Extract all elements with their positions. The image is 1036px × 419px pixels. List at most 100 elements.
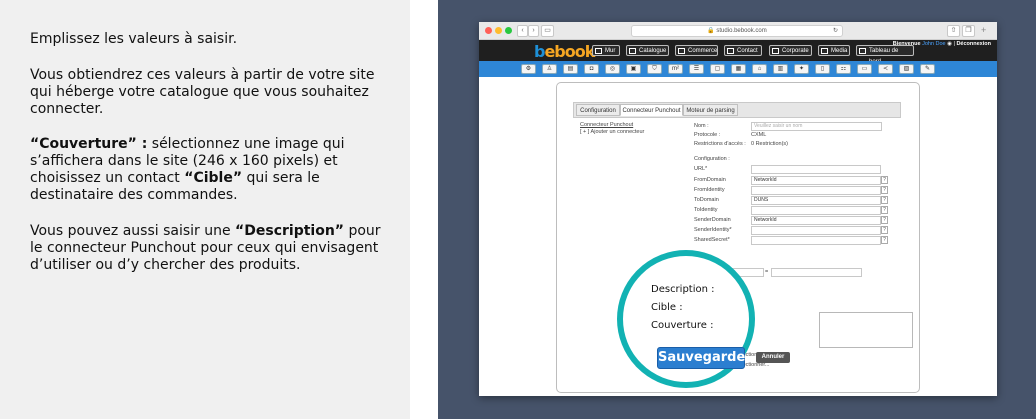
tool-icon-bar: ⚙ ♙ ▤ ◘ ◎ ▣ ⛉ m² ☰ ▢ ▦ ⌂ ▥ ✦ ▯ ⚏ ▭ ≺ ▨ ✎ [479,61,997,77]
money-icon[interactable]: ▣ [626,64,641,74]
instruction-source: Vous obtiendrez ces valeurs à partir de … [30,67,375,117]
description-text-1: Vous pouvez aussi saisir une [30,223,236,239]
close-window-icon[interactable] [485,27,492,34]
cancel-button[interactable]: Annuler [756,352,790,363]
protocole-value: CXML [751,132,767,138]
list-icon[interactable]: ☰ [689,64,704,74]
instruction-cover-target: “Couverture” : sélectionnez une image qu… [30,136,390,204]
nav-corporate[interactable]: Corporate [769,45,812,56]
url-input[interactable] [751,165,881,174]
share-nodes-icon[interactable]: ≺ [878,64,893,74]
senderdomain-input[interactable]: NetworkId [751,216,881,225]
welcome-text: Bienvenue [892,41,921,47]
target-term: “Cible” [184,170,243,186]
nav-mur[interactable]: Mur [592,45,620,56]
browser-titlebar: ‹ › ▭ 🔒 studio.bebook.com ↻ ⇧ ❐ + [479,22,997,40]
contact-icon [727,48,734,54]
toidentity-label: ToIdentity [694,207,718,213]
forward-icon[interactable]: › [528,25,539,37]
new-tab-icon[interactable]: + [981,25,986,35]
file-icon[interactable]: ▯ [815,64,830,74]
lock-icon: 🔒 [707,28,715,34]
tab-punchout-connector[interactable]: Connecteur Punchout [620,104,683,116]
url-bar[interactable]: 🔒 studio.bebook.com ↻ [631,25,843,37]
bebook-logo: bebook [534,42,595,61]
save-button[interactable]: Sauvegarde [657,347,745,369]
image-icon[interactable]: ▨ [899,64,914,74]
cover-term: “Couverture” : [30,136,148,152]
target-icon[interactable]: ◎ [605,64,620,74]
nav-catalogue[interactable]: Catalogue [626,45,669,56]
callout-couverture-label: Couverture : [651,320,714,331]
settings-icon[interactable]: ⚙ [521,64,536,74]
help-icon[interactable]: ? [881,216,888,224]
instruction-panel: Emplissez les valeurs à saisir. Vous obt… [0,0,410,419]
lightbulb-icon[interactable]: ✦ [794,64,809,74]
media-icon [821,48,828,54]
edit-icon[interactable]: ✎ [920,64,935,74]
user-tool-icon[interactable]: ♙ [542,64,557,74]
sharedsecret-label: SharedSecret* [694,237,730,243]
mapping-value-input[interactable] [771,268,862,277]
toidentity-input[interactable] [751,206,881,215]
reload-icon[interactable]: ↻ [833,26,838,36]
callout-description-label: Description : [651,284,715,295]
help-icon[interactable]: ? [881,236,888,244]
tab-parsing-engine[interactable]: Moteur de parsing [683,104,738,116]
document-icon[interactable]: ▢ [710,64,725,74]
grid-icon[interactable]: ▥ [773,64,788,74]
equals-sign: = [765,269,769,275]
description-term: “Description” [235,223,344,239]
tab-configuration[interactable]: Configuration [576,104,620,116]
sidebar-icon[interactable]: ▭ [541,25,554,37]
help-icon[interactable]: ? [881,176,888,184]
sharedsecret-input[interactable] [751,236,881,245]
nav-catalogue-label: Catalogue [639,48,667,54]
corporate-icon [772,48,779,54]
todomain-input[interactable]: DUNS [751,196,881,205]
fromidentity-input[interactable] [751,186,881,195]
user-icon[interactable]: ◉ [947,41,952,47]
maximize-window-icon[interactable] [505,27,512,34]
nav-media[interactable]: Media [818,45,850,56]
help-icon[interactable]: ? [881,186,888,194]
archive-icon[interactable]: ▤ [563,64,578,74]
restrictions-value[interactable]: 0 Restriction(s) [751,141,788,147]
note-icon[interactable]: ▦ [731,64,746,74]
nav-contact[interactable]: Contact [724,45,762,56]
tabs-icon[interactable]: ❐ [962,25,975,37]
nav-media-label: Media [831,48,848,54]
senderidentity-input[interactable] [751,226,881,235]
top-navigation: bebook Mur Catalogue Commerce Contact Co… [479,40,997,65]
fromidentity-label: FromIdentity [694,187,725,193]
todomain-label: ToDomain [694,197,719,203]
catalogue-icon [629,48,636,54]
nav-mur-label: Mur [605,48,616,54]
add-connector-link[interactable]: [ + ] Ajouter un connecteur [580,129,644,135]
help-icon[interactable]: ? [881,206,888,214]
description-textarea[interactable] [819,312,913,348]
help-icon[interactable]: ? [881,226,888,234]
card-icon[interactable]: ▭ [857,64,872,74]
area-icon[interactable]: m² [668,64,683,74]
security-icon[interactable]: ⛉ [647,64,662,74]
nav-commerce[interactable]: Commerce [675,45,718,56]
commerce-icon [678,48,685,54]
nav-corporate-label: Corporate [782,48,809,54]
fromdomain-input[interactable]: NetworkId [751,176,881,185]
restrictions-label: Restrictions d'accès : [694,141,746,147]
user-name[interactable]: John Doe [922,41,946,47]
hierarchy-icon[interactable]: ⚏ [836,64,851,74]
instruction-description: Vous pouvez aussi saisir une “Descriptio… [30,223,390,274]
connector-list-title[interactable]: Connecteur Punchout [580,122,633,128]
minimize-window-icon[interactable] [495,27,502,34]
welcome-area: Bienvenue John Doe ◉ | Déconnexion [892,41,991,47]
logout-link[interactable]: Déconnexion [956,41,991,47]
back-icon[interactable]: ‹ [517,25,528,37]
nom-input[interactable]: Veuillez saisir un nom [751,122,882,131]
help-icon[interactable]: ? [881,196,888,204]
share-icon[interactable]: ⇧ [947,25,960,37]
cart-icon[interactable]: ⌂ [752,64,767,74]
shield-icon[interactable]: ◘ [584,64,599,74]
senderdomain-label: SenderDomain [694,217,731,223]
